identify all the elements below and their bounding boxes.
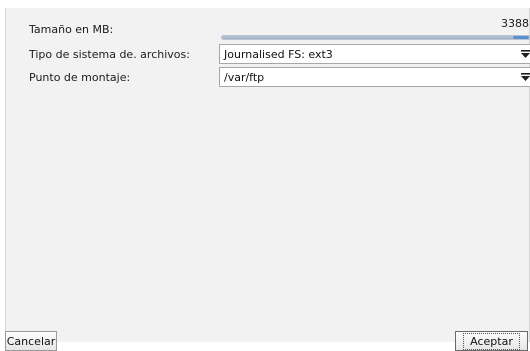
dropdown-arrow-icon[interactable] <box>517 68 530 86</box>
top-banner <box>0 0 530 8</box>
mount-point-value: /var/ftp <box>224 71 265 84</box>
mount-point-label: Punto de montaje: <box>29 71 131 84</box>
filesystem-type-label: Tipo de sistema de. archivos: <box>29 48 190 61</box>
size-label: Tamaño en MB: <box>29 23 114 36</box>
ok-button[interactable]: Aceptar <box>455 331 528 351</box>
filesystem-type-value: Journalised FS: ext3 <box>224 48 333 61</box>
filesystem-type-select[interactable]: Journalised FS: ext3 <box>219 44 530 64</box>
cancel-button[interactable]: Cancelar <box>5 331 57 351</box>
partition-form-panel: Tamaño en MB: 3388 Tipo de sistema de. a… <box>5 8 530 342</box>
size-value: 3388 <box>501 17 529 30</box>
size-slider-handle[interactable] <box>512 36 529 39</box>
size-slider-fill <box>222 36 513 39</box>
size-slider[interactable] <box>221 35 530 40</box>
dropdown-arrow-icon[interactable] <box>517 45 530 63</box>
mount-point-combobox[interactable]: /var/ftp <box>219 67 530 87</box>
ok-button-label: Aceptar <box>463 332 520 350</box>
